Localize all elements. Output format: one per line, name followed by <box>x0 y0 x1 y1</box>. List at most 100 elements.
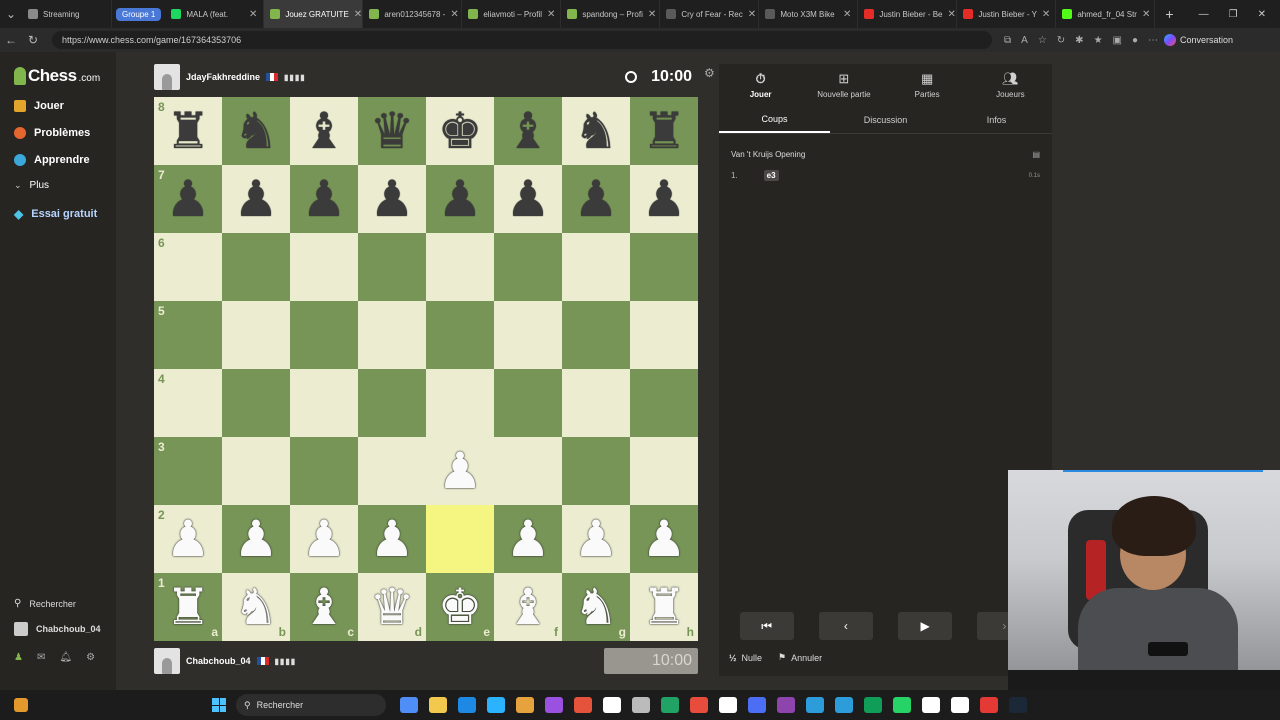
close-tab-icon[interactable]: ✕ <box>450 9 458 20</box>
taskbar-app-icon[interactable] <box>603 697 621 713</box>
white-pawn-icon[interactable]: ♟ <box>166 514 211 564</box>
notifications-icon[interactable]: 🔔︎ <box>59 652 72 663</box>
maximize-icon[interactable]: ❐ <box>1229 9 1238 20</box>
close-tab-icon[interactable]: ✕ <box>1042 9 1050 20</box>
tab-jouer[interactable]: ⏱ Jouer <box>719 64 802 106</box>
tab-parties[interactable]: ▦ Parties <box>886 64 969 106</box>
tab-joueurs[interactable]: 👥︎ Joueurs <box>969 64 1052 106</box>
board-square-h5[interactable] <box>630 301 698 369</box>
tab-menu-icon[interactable]: ⌄ <box>0 7 22 21</box>
board-square-e1[interactable]: e ♚ <box>426 573 494 641</box>
board-square-f4[interactable] <box>494 369 562 437</box>
board-square-d8[interactable]: ♛ <box>358 97 426 165</box>
avatar[interactable] <box>154 64 180 90</box>
sidebar-item-apprendre[interactable]: Apprendre <box>14 154 90 166</box>
board-square-h1[interactable]: h ♜ <box>630 573 698 641</box>
taskbar-app-icon[interactable] <box>980 697 998 713</box>
board-square-c8[interactable]: ♝ <box>290 97 358 165</box>
black-pawn-icon[interactable]: ♟ <box>166 174 211 224</box>
subtab-coups[interactable]: Coups <box>719 106 830 133</box>
opening-name[interactable]: Van 't Kruijs Opening <box>731 150 805 159</box>
close-tab-icon[interactable]: ✕ <box>547 9 555 20</box>
install-app-icon[interactable]: ⧉ <box>1004 35 1011 46</box>
white-pawn-icon[interactable]: ♟ <box>574 514 619 564</box>
board-square-g3[interactable] <box>562 437 630 505</box>
board-square-g1[interactable]: g ♞ <box>562 573 630 641</box>
board-square-f5[interactable] <box>494 301 562 369</box>
white-bishop-icon[interactable]: ♝ <box>302 582 347 632</box>
board-square-a4[interactable]: 4 <box>154 369 222 437</box>
tab-nouvelle-partie[interactable]: ⊞ Nouvelle partie <box>802 64 885 106</box>
black-knight-icon[interactable]: ♞ <box>574 106 619 156</box>
move-white[interactable]: e3 <box>763 170 779 181</box>
white-knight-icon[interactable]: ♞ <box>234 582 279 632</box>
board-square-d1[interactable]: d ♛ <box>358 573 426 641</box>
sidebar-search[interactable]: ⚲ Rechercher <box>14 598 76 609</box>
white-rook-icon[interactable]: ♜ <box>642 582 687 632</box>
board-square-b4[interactable] <box>222 369 290 437</box>
chess-logo[interactable]: Chess .com <box>14 66 100 86</box>
book-icon[interactable]: ▤ <box>1032 150 1040 159</box>
board-square-b7[interactable]: ♟ <box>222 165 290 233</box>
browser-tab[interactable]: Justin Bieber - Be ✕ <box>858 0 958 28</box>
board-square-e8[interactable]: ♚ <box>426 97 494 165</box>
board-square-f3[interactable] <box>494 437 562 505</box>
sidebar-item-problemes[interactable]: Problèmes <box>14 127 90 139</box>
board-square-b5[interactable] <box>222 301 290 369</box>
black-pawn-icon[interactable]: ♟ <box>370 174 415 224</box>
board-square-c2[interactable]: ♟ <box>290 505 358 573</box>
abort-button[interactable]: ⚑ Annuler <box>778 652 822 663</box>
taskbar-app-icon[interactable] <box>777 697 795 713</box>
board-square-d4[interactable] <box>358 369 426 437</box>
white-bishop-icon[interactable]: ♝ <box>506 582 551 632</box>
avatar[interactable] <box>154 648 180 674</box>
taskbar-app-icon[interactable] <box>487 697 505 713</box>
board-square-f8[interactable]: ♝ <box>494 97 562 165</box>
taskbar-app-icon[interactable] <box>922 697 940 713</box>
board-square-a2[interactable]: 2 ♟ <box>154 505 222 573</box>
taskbar-app-icon[interactable] <box>951 697 969 713</box>
subtab-discussion[interactable]: Discussion <box>830 106 941 133</box>
close-tab-icon[interactable]: ✕ <box>354 9 362 20</box>
browser-tab[interactable]: ahmed_fr_04 Str ✕ <box>1056 0 1156 28</box>
friends-icon[interactable]: ♟ <box>14 652 23 663</box>
board-square-h6[interactable] <box>630 233 698 301</box>
read-aloud-icon[interactable]: A <box>1021 35 1028 46</box>
extensions-icon[interactable]: ✱ <box>1075 35 1083 46</box>
taskbar-app-icon[interactable] <box>516 697 534 713</box>
widgets-icon[interactable] <box>14 698 28 712</box>
board-square-a5[interactable]: 5 <box>154 301 222 369</box>
board-square-g4[interactable] <box>562 369 630 437</box>
taskbar-app-icon[interactable] <box>864 697 882 713</box>
board-square-d6[interactable] <box>358 233 426 301</box>
board-square-h2[interactable]: ♟ <box>630 505 698 573</box>
close-tab-icon[interactable]: ✕ <box>1142 9 1150 20</box>
white-knight-icon[interactable]: ♞ <box>574 582 619 632</box>
white-pawn-icon[interactable]: ♟ <box>370 514 415 564</box>
taskbar-app-icon[interactable] <box>574 697 592 713</box>
settings-icon[interactable]: ⚙ <box>86 652 95 663</box>
white-queen-icon[interactable]: ♛ <box>370 582 415 632</box>
browser-tab[interactable]: aren012345678 - ✕ <box>363 0 463 28</box>
board-settings-icon[interactable]: ⚙ <box>704 66 715 80</box>
chess-board[interactable]: 8 ♜ ♞ ♝ ♛ ♚ ♝ ♞ ♜ 7 ♟ ♟ ♟ ♟ ♟ ♟ ♟ ♟ 6 5 4 3 ♟ 2 ♟ ♟ ♟ ♟ ♟ ♟ ♟ 1 a ♜ b ♞ c ♝ d ♛… <box>154 97 698 641</box>
black-pawn-icon[interactable]: ♟ <box>438 174 483 224</box>
board-square-a7[interactable]: 7 ♟ <box>154 165 222 233</box>
board-square-h3[interactable] <box>630 437 698 505</box>
board-square-g5[interactable] <box>562 301 630 369</box>
board-square-b8[interactable]: ♞ <box>222 97 290 165</box>
black-pawn-icon[interactable]: ♟ <box>234 174 279 224</box>
board-square-c1[interactable]: c ♝ <box>290 573 358 641</box>
close-tab-icon[interactable]: ✕ <box>748 9 756 20</box>
board-square-g2[interactable]: ♟ <box>562 505 630 573</box>
taskbar-app-icon[interactable] <box>835 697 853 713</box>
board-square-g8[interactable]: ♞ <box>562 97 630 165</box>
taskbar-app-icon[interactable] <box>806 697 824 713</box>
taskbar-app-icon[interactable] <box>429 697 447 713</box>
draw-button[interactable]: ½ Nulle <box>729 652 762 663</box>
board-square-h4[interactable] <box>630 369 698 437</box>
close-window-icon[interactable]: ✕ <box>1258 9 1266 20</box>
copilot-button[interactable]: Conversation <box>1164 34 1233 46</box>
board-square-e7[interactable]: ♟ <box>426 165 494 233</box>
browser-tab[interactable]: MALA (feat. ✕ <box>165 0 265 28</box>
